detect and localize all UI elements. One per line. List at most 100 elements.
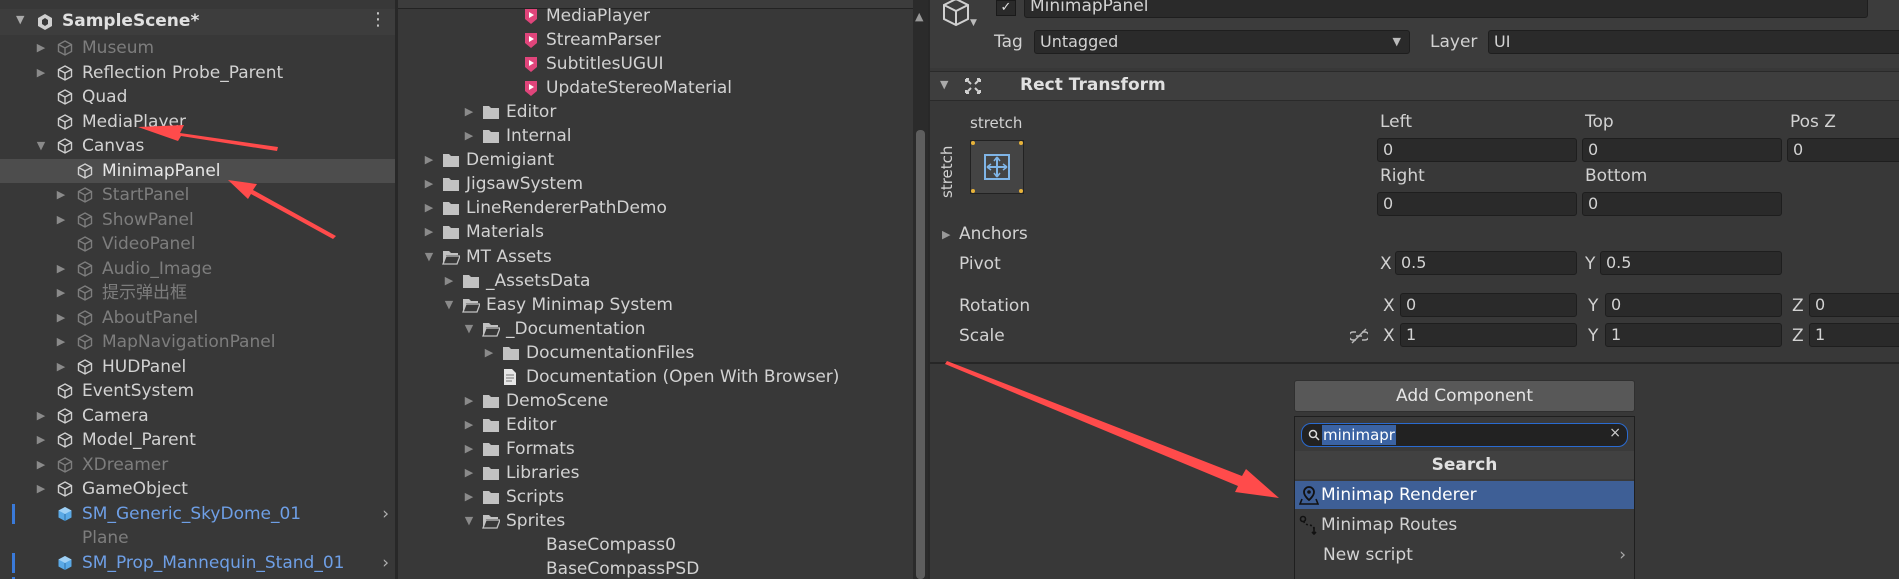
chevron-right-icon[interactable]: › xyxy=(382,502,389,526)
expanded-arrow-icon[interactable]: ▼ xyxy=(422,245,436,269)
collapsed-arrow-icon[interactable]: ▶ xyxy=(462,389,476,413)
expand-arrow[interactable]: ▼ xyxy=(16,13,24,26)
project-item[interactable]: ▶ Scripts xyxy=(398,485,913,509)
project-item[interactable]: ▶ DocumentationFiles xyxy=(398,341,913,365)
component-item-minimap-renderer[interactable]: Minimap Renderer xyxy=(1295,481,1634,509)
collapsed-arrow-icon[interactable]: ▶ xyxy=(34,36,48,60)
hierarchy-item[interactable]: ▶ AboutPanel xyxy=(0,306,395,330)
project-item[interactable]: ▶ DemoScene xyxy=(398,389,913,413)
project-item[interactable]: Documentation (Open With Browser) xyxy=(398,365,913,389)
hierarchy-item[interactable]: › SM_Generic_CloudRing_01 xyxy=(0,575,395,579)
rotation-y-field[interactable]: 0 xyxy=(1605,293,1782,317)
object-name-field[interactable]: MinimapPanel xyxy=(1024,0,1868,18)
chevron-right-icon[interactable]: › xyxy=(382,551,389,575)
hierarchy-item[interactable]: ▶ 提示弹出框 xyxy=(0,281,395,305)
scale-x-field[interactable]: 1 xyxy=(1400,323,1577,347)
project-item[interactable]: ▼ Sprites xyxy=(398,509,913,533)
expanded-arrow-icon[interactable]: ▼ xyxy=(462,317,476,341)
rotation-z-field[interactable]: 0 xyxy=(1809,293,1899,317)
collapsed-arrow-icon[interactable]: ▶ xyxy=(462,437,476,461)
pivot-y-label[interactable]: Y xyxy=(1585,254,1595,274)
project-item[interactable]: ▶ LineRendererPathDemo xyxy=(398,196,913,220)
project-item[interactable]: SubtitlesUGUI xyxy=(398,52,913,76)
scene-header[interactable]: ▼ SampleScene* ⋮ xyxy=(0,9,395,35)
collapsed-arrow-icon[interactable]: ▶ xyxy=(422,172,436,196)
hierarchy-item[interactable]: ▼ Canvas xyxy=(0,134,395,158)
rotation-z-label[interactable]: Z xyxy=(1792,296,1804,316)
collapsed-arrow-icon[interactable]: ▶ xyxy=(422,196,436,220)
collapsed-arrow-icon[interactable]: ▶ xyxy=(54,183,68,207)
active-checkbox[interactable]: ✓ xyxy=(996,0,1016,16)
scroll-up-icon[interactable]: ▲ xyxy=(915,10,923,23)
add-component-button[interactable]: Add Component xyxy=(1294,380,1635,412)
bottom-field[interactable]: 0 xyxy=(1582,192,1782,216)
hierarchy-item[interactable]: ▶ GameObject xyxy=(0,477,395,501)
project-item[interactable]: ▶ Materials xyxy=(398,220,913,244)
project-item[interactable]: StreamParser xyxy=(398,28,913,52)
project-item[interactable]: ▶ JigsawSystem xyxy=(398,172,913,196)
pivot-y-field[interactable]: 0.5 xyxy=(1600,251,1782,275)
hierarchy-item[interactable]: › SM_Generic_SkyDome_01 xyxy=(0,502,395,526)
hierarchy-item[interactable]: ▶ ShowPanel xyxy=(0,208,395,232)
project-item[interactable]: BaseCompass0 xyxy=(398,533,913,557)
rotation-x-field[interactable]: 0 xyxy=(1400,293,1577,317)
project-item[interactable]: ▼ MT Assets xyxy=(398,245,913,269)
collapsed-arrow-icon[interactable]: ▶ xyxy=(462,413,476,437)
hierarchy-item[interactable]: VideoPanel xyxy=(0,232,395,256)
chevron-right-icon[interactable]: › xyxy=(382,575,389,579)
collapsed-arrow-icon[interactable]: ▶ xyxy=(54,330,68,354)
project-item[interactable]: ▶ Editor xyxy=(398,100,913,124)
hierarchy-item[interactable]: ▶ XDreamer xyxy=(0,453,395,477)
collapsed-arrow-icon[interactable]: ▶ xyxy=(54,208,68,232)
hierarchy-item[interactable]: Quad xyxy=(0,85,395,109)
collapsed-arrow-icon[interactable]: ▶ xyxy=(442,269,456,293)
hierarchy-item[interactable]: ▶ Audio_Image xyxy=(0,257,395,281)
project-item[interactable]: ▶ Formats xyxy=(398,437,913,461)
scale-y-field[interactable]: 1 xyxy=(1605,323,1782,347)
collapsed-arrow-icon[interactable]: ▶ xyxy=(482,341,496,365)
scale-y-label[interactable]: Y xyxy=(1588,326,1598,346)
collapsed-arrow-icon[interactable]: ▶ xyxy=(54,257,68,281)
collapsed-arrow-icon[interactable]: ▶ xyxy=(462,100,476,124)
collapsed-arrow-icon[interactable]: ▶ xyxy=(462,124,476,148)
project-item[interactable]: UpdateStereoMaterial xyxy=(398,76,913,100)
project-item[interactable]: ▶ Editor xyxy=(398,413,913,437)
pivot-x-field[interactable]: 0.5 xyxy=(1395,251,1577,275)
collapsed-arrow-icon[interactable]: ▶ xyxy=(54,355,68,379)
hierarchy-item[interactable]: ▶ HUDPanel xyxy=(0,355,395,379)
collapsed-arrow-icon[interactable]: ▶ xyxy=(34,453,48,477)
collapsed-arrow-icon[interactable]: ▶ xyxy=(54,306,68,330)
clear-search-icon[interactable]: × xyxy=(1609,425,1621,441)
collapse-arrow-icon[interactable]: ▼ xyxy=(940,78,948,91)
project-item[interactable]: MediaPlayer xyxy=(398,4,913,28)
scale-z-label[interactable]: Z xyxy=(1792,326,1804,346)
top-field[interactable]: 0 xyxy=(1582,138,1782,162)
component-search-input[interactable]: minimapr × xyxy=(1301,423,1628,447)
project-item[interactable]: ▶ Libraries xyxy=(398,461,913,485)
project-item[interactable]: BaseCompassPSD xyxy=(398,557,913,579)
hierarchy-item[interactable]: ▶ Museum xyxy=(0,36,395,60)
component-item-minimap-routes[interactable]: Minimap Routes xyxy=(1295,511,1634,539)
hierarchy-item[interactable]: Plane xyxy=(0,526,395,550)
posz-field[interactable]: 0 xyxy=(1787,138,1899,162)
hierarchy-item[interactable]: ▶ Reflection Probe_Parent xyxy=(0,61,395,85)
hierarchy-item[interactable]: ▶ MapNavigationPanel xyxy=(0,330,395,354)
left-field[interactable]: 0 xyxy=(1377,138,1577,162)
collapsed-arrow-icon[interactable]: ▶ xyxy=(422,148,436,172)
project-item[interactable]: ▼ Easy Minimap System xyxy=(398,293,913,317)
project-item[interactable]: ▶ Demigiant xyxy=(398,148,913,172)
project-item[interactable]: ▶ _AssetsData xyxy=(398,269,913,293)
project-scrollbar[interactable]: ▲ xyxy=(913,0,928,579)
pivot-x-label[interactable]: X xyxy=(1380,254,1392,274)
collapsed-arrow-icon[interactable]: ▶ xyxy=(34,61,48,85)
rotation-y-label[interactable]: Y xyxy=(1588,296,1598,316)
project-item[interactable]: ▼ _Documentation xyxy=(398,317,913,341)
right-field[interactable]: 0 xyxy=(1377,192,1577,216)
hierarchy-item[interactable]: › SM_Prop_Mannequin_Stand_01 xyxy=(0,551,395,575)
collapsed-arrow-icon[interactable]: ▶ xyxy=(462,485,476,509)
scrollbar-thumb[interactable] xyxy=(916,130,925,579)
collapsed-arrow-icon[interactable]: ▶ xyxy=(34,477,48,501)
hierarchy-item[interactable]: ▶ StartPanel xyxy=(0,183,395,207)
collapsed-arrow-icon[interactable]: ▶ xyxy=(422,220,436,244)
scale-x-label[interactable]: X xyxy=(1383,326,1395,346)
